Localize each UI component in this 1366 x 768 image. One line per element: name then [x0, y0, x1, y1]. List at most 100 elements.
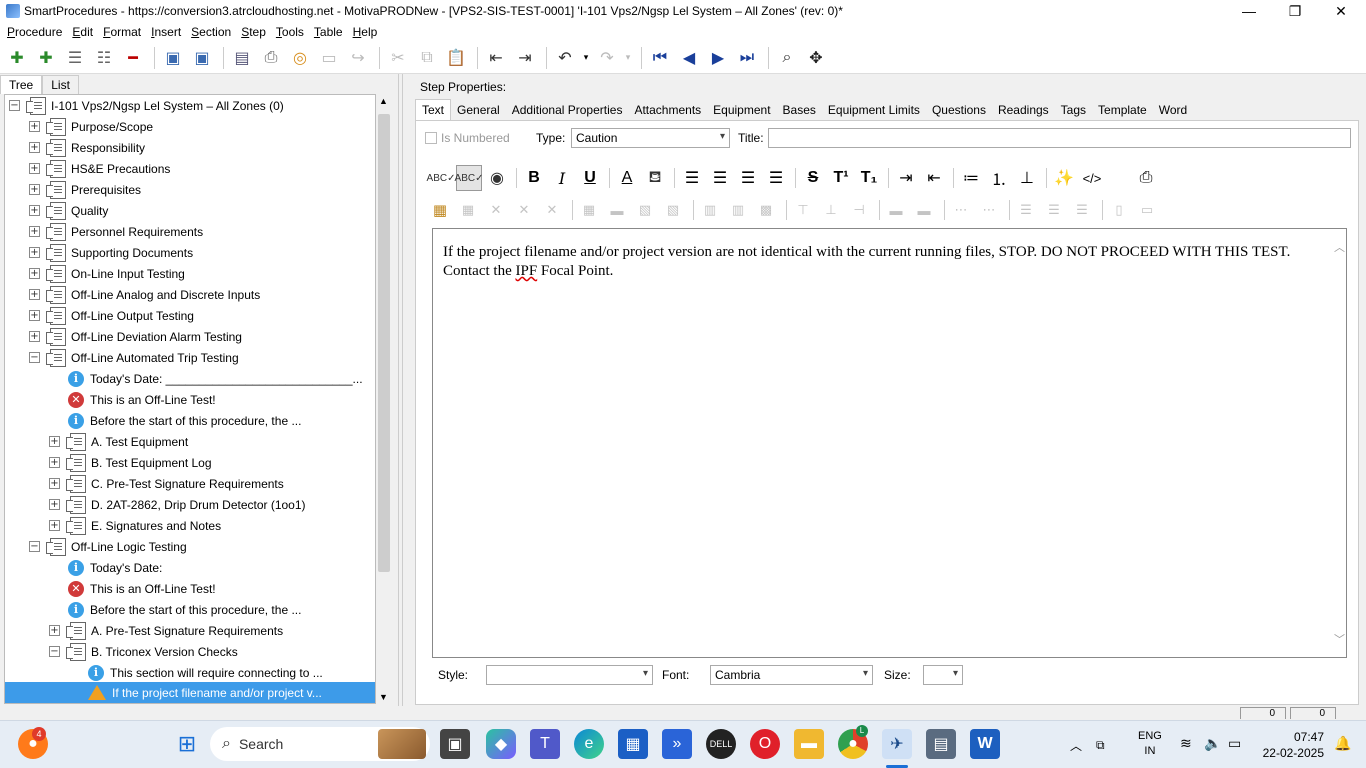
tab-tags[interactable]: Tags [1055, 100, 1092, 121]
taskbar-search[interactable]: ⌕ Search [210, 727, 430, 761]
table-properties-icon[interactable]: ▦ [577, 199, 601, 221]
insert-row-below-icon[interactable]: ⊥ [819, 199, 843, 221]
menu-section[interactable]: Section [186, 25, 236, 39]
tree-step[interactable]: ✕ This is an Off-Line Test! [68, 389, 216, 410]
panel-splitter[interactable] [398, 74, 403, 706]
store-icon[interactable]: ▦ [618, 729, 648, 759]
list-alt-icon[interactable]: ☷ [91, 45, 117, 71]
tab-equipment[interactable]: Equipment [707, 100, 776, 121]
save-icon[interactable]: ▣ [189, 45, 215, 71]
battery-icon[interactable]: ▭ [1228, 735, 1241, 752]
tree-step[interactable]: i This section will require connecting to… [88, 662, 323, 683]
tree-item-logic-testing[interactable]: − Off-Line Logic Testing [29, 536, 187, 557]
expand-icon[interactable]: + [49, 478, 60, 489]
copilot-icon[interactable]: ◆ [486, 729, 516, 759]
type-select[interactable]: Caution ▾ [571, 128, 730, 148]
collapse-icon[interactable]: − [49, 646, 60, 657]
tree-item[interactable]: + Supporting Documents [29, 242, 193, 263]
tree-item[interactable]: + B. Test Equipment Log [49, 452, 212, 473]
tree-step[interactable]: ✕ This is an Off-Line Test! [68, 578, 216, 599]
tree-step[interactable]: i Today's Date: [68, 557, 162, 578]
merge-cells-icon[interactable]: ▩ [754, 199, 778, 221]
save-all-icon[interactable]: ▣ [160, 45, 186, 71]
expand-icon[interactable]: + [29, 289, 40, 300]
tree-item[interactable]: + Responsibility [29, 137, 145, 158]
expand-icon[interactable]: + [29, 184, 40, 195]
bold-icon[interactable]: B [521, 165, 547, 191]
expand-icon[interactable]: + [49, 625, 60, 636]
tree-item[interactable]: + Off-Line Deviation Alarm Testing [29, 326, 242, 347]
cell-bottom-icon[interactable]: ▬ [912, 199, 936, 221]
move-icon[interactable]: ✥ [803, 45, 829, 71]
indent-decrease-icon[interactable]: ⇤ [921, 165, 947, 191]
undo-dropdown-icon[interactable]: ▾ [581, 45, 591, 71]
scroll-down-icon[interactable]: ﹀ [1334, 631, 1345, 647]
spellcheck-icon[interactable]: ABC✓ [427, 165, 456, 191]
html-source-icon[interactable]: </> [1079, 165, 1105, 191]
smartprocedures-taskbar-icon[interactable]: ✈ [882, 729, 912, 759]
file-explorer-icon[interactable]: ▬ [794, 729, 824, 759]
print-preview-icon[interactable]: ⎙ [1133, 165, 1159, 191]
expand-icon[interactable]: + [29, 205, 40, 216]
notifications-icon[interactable]: 🔔 [1334, 735, 1351, 752]
next-icon[interactable]: ▶ [705, 45, 731, 71]
tab-general[interactable]: General [451, 100, 506, 121]
size-select[interactable]: ▾ [923, 665, 963, 685]
insert-line-icon[interactable]: ⊥ [1014, 165, 1040, 191]
align-left-icon[interactable]: ☰ [679, 165, 705, 191]
tree-item[interactable]: + Quality [29, 200, 108, 221]
expand-icon[interactable]: + [29, 121, 40, 132]
menu-help[interactable]: Help [348, 25, 383, 39]
tree-scrollbar[interactable]: ▲ ▼ [376, 94, 392, 704]
menu-format[interactable]: Format [98, 25, 146, 39]
numbered-list-icon[interactable]: ⒈ [986, 165, 1012, 191]
column-width-icon[interactable]: ▯ [1107, 199, 1131, 221]
word-icon[interactable]: W [970, 729, 1000, 759]
tree-step[interactable]: i Before the start of this procedure, the… [68, 410, 301, 431]
insert-row-above-icon[interactable]: ⊤ [791, 199, 815, 221]
cell-properties-icon[interactable]: ▧ [633, 199, 657, 221]
teams-icon[interactable]: T [530, 729, 560, 759]
expand-icon[interactable]: + [29, 142, 40, 153]
menu-tools[interactable]: Tools [271, 25, 309, 39]
add-child-icon[interactable]: ✚ [33, 45, 59, 71]
tab-bases[interactable]: Bases [777, 100, 822, 121]
insert-column-right-icon[interactable]: ▥ [726, 199, 750, 221]
bullet-list-icon[interactable]: ≔ [958, 165, 984, 191]
menu-procedure[interactable]: Procedure [2, 25, 67, 39]
tree-item[interactable]: + D. 2AT-2862, Drip Drum Detector (1oo1) [49, 494, 306, 515]
chevron-up-icon[interactable]: ︿ [1070, 737, 1082, 754]
insert-table-icon[interactable]: ▦ [428, 199, 452, 221]
border-icon[interactable]: ⋯ [949, 199, 973, 221]
redo-dropdown-icon[interactable]: ▾ [623, 45, 633, 71]
expand-icon[interactable]: + [49, 520, 60, 531]
tab-list[interactable]: List [42, 75, 79, 94]
delete-cell-icon[interactable]: ✕ [540, 199, 564, 221]
editor-scrollbar[interactable]: ︿ ﹀ [1332, 229, 1346, 657]
cell-edit-icon[interactable]: ▧ [661, 199, 685, 221]
tree-item[interactable]: + Prerequisites [29, 179, 141, 200]
font-select[interactable]: Cambria ▾ [710, 665, 873, 685]
step-text[interactable]: If the project filename and/or project v… [443, 243, 1313, 281]
tab-text[interactable]: Text [415, 99, 452, 121]
power-automate-icon[interactable]: » [662, 729, 692, 759]
expand-icon[interactable]: + [49, 436, 60, 447]
expand-icon[interactable]: + [29, 163, 40, 174]
first-icon[interactable]: ⏮ [647, 45, 673, 71]
volume-icon[interactable]: 🔈 [1204, 735, 1221, 752]
cell-top-icon[interactable]: ▬ [884, 199, 908, 221]
indent-increase-icon[interactable]: ⇥ [893, 165, 919, 191]
tree-step[interactable]: i Before the start of this procedure, the… [68, 599, 301, 620]
tree-item[interactable]: + A. Test Equipment [49, 431, 188, 452]
style-select[interactable]: ▾ [486, 665, 653, 685]
menu-step[interactable]: Step [236, 25, 271, 39]
redo-section-icon[interactable]: ↪ [345, 45, 371, 71]
tree-item-trip-testing[interactable]: − Off-Line Automated Trip Testing [29, 347, 239, 368]
print-icon[interactable]: ⎙ [258, 45, 284, 71]
collapse-icon[interactable]: − [9, 100, 20, 111]
tab-equipment-limits[interactable]: Equipment Limits [822, 100, 926, 121]
remote-desktop-icon[interactable]: ▤ [926, 729, 956, 759]
tree-step-selected[interactable]: If the project filename and/or project v… [5, 682, 375, 703]
tree-item[interactable]: + On-Line Input Testing [29, 263, 185, 284]
redo-icon[interactable]: ↷ [594, 45, 620, 71]
